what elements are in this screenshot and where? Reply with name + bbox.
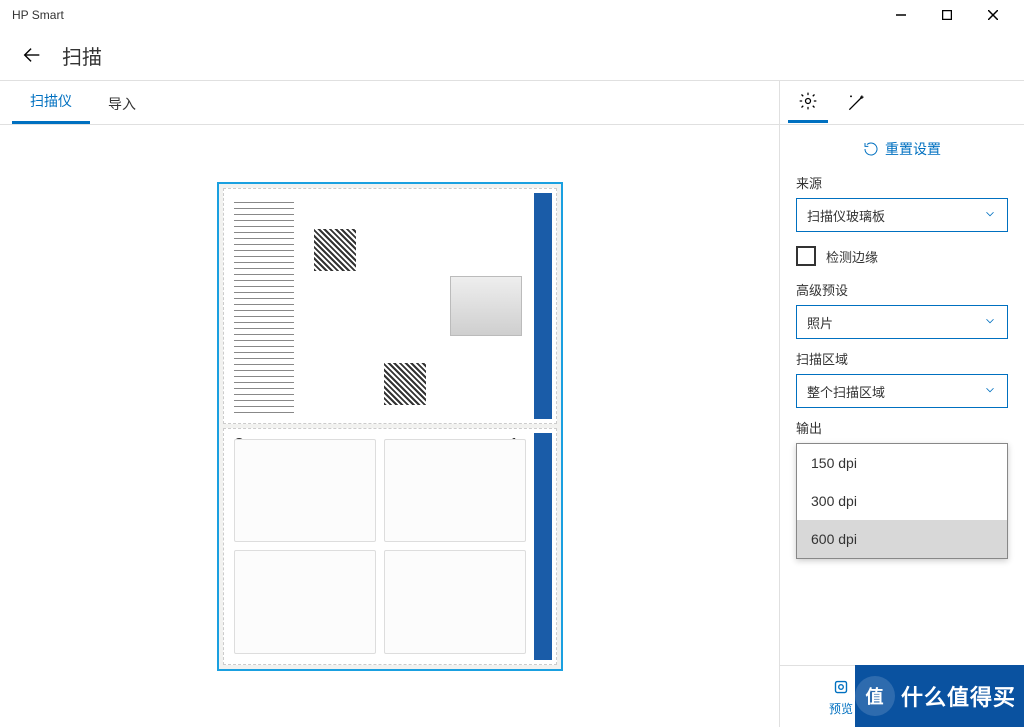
sidebar-tabs (780, 81, 1024, 125)
watermark-overlay: 值 什么值得买 (855, 665, 1024, 727)
qr-code-icon (314, 229, 356, 271)
preview-button-label: 预览 (829, 700, 853, 717)
side-band (534, 193, 552, 420)
magic-wand-icon (846, 93, 866, 113)
chevron-down-icon (983, 383, 997, 400)
printer-illustration (450, 276, 522, 336)
checkbox-box (796, 246, 816, 266)
window-title: HP Smart (8, 8, 64, 22)
window-controls (878, 0, 1016, 30)
output-dpi-dropdown[interactable]: 150 dpi 300 dpi 600 dpi (796, 443, 1008, 559)
area-select[interactable]: 整个扫描区域 (796, 374, 1008, 408)
area-value: 整个扫描区域 (807, 382, 885, 401)
maximize-button[interactable] (924, 0, 970, 30)
detect-edges-label: 检测边缘 (826, 247, 878, 266)
chevron-down-icon (983, 207, 997, 224)
printer-illustration (384, 439, 526, 542)
main-panel: 扫描仪 导入 1 2 (0, 80, 779, 727)
preview-icon (830, 676, 852, 698)
detect-edges-checkbox[interactable]: 检测边缘 (796, 246, 1008, 266)
back-button[interactable] (20, 43, 44, 67)
page-title: 扫描 (62, 41, 102, 70)
printer-illustration (234, 550, 376, 653)
settings-body: 重置设置 来源 扫描仪玻璃板 检测边缘 高级预设 照片 扫描区域 整个扫描区域 (780, 125, 1024, 727)
chevron-down-icon (983, 314, 997, 331)
page-header: 扫描 (0, 30, 1024, 80)
reset-settings-button[interactable]: 重置设置 (796, 139, 1008, 159)
qr-code-icon (384, 363, 426, 405)
settings-sidebar: 重置设置 来源 扫描仪玻璃板 检测边缘 高级预设 照片 扫描区域 整个扫描区域 (779, 80, 1024, 727)
source-value: 扫描仪玻璃板 (807, 206, 885, 225)
watermark-text: 什么值得买 (901, 680, 1016, 712)
page-bottom-half: 1 2 (223, 428, 557, 665)
content-area: 扫描仪 导入 1 2 (0, 80, 1024, 727)
gear-icon (798, 91, 818, 111)
window-titlebar: HP Smart (0, 0, 1024, 30)
source-select[interactable]: 扫描仪玻璃板 (796, 198, 1008, 232)
minimize-button[interactable] (878, 0, 924, 30)
output-label: 输出 (796, 418, 1008, 437)
printer-illustration (384, 550, 526, 653)
reset-label: 重置设置 (885, 139, 941, 159)
area-label: 扫描区域 (796, 349, 1008, 368)
scan-preview-area: 1 2 (0, 125, 779, 727)
enhance-tab[interactable] (836, 83, 876, 123)
tab-import[interactable]: 导入 (90, 84, 154, 124)
preset-label: 高级预设 (796, 280, 1008, 299)
side-band (534, 433, 552, 660)
scanned-page[interactable]: 1 2 (217, 182, 563, 671)
preset-select[interactable]: 照片 (796, 305, 1008, 339)
close-button[interactable] (970, 0, 1016, 30)
main-tabs: 扫描仪 导入 (0, 81, 779, 125)
preset-value: 照片 (807, 313, 833, 332)
dpi-option-600[interactable]: 600 dpi (797, 520, 1007, 558)
tab-scanner[interactable]: 扫描仪 (12, 81, 90, 124)
page-top-half (223, 188, 557, 425)
reset-icon (863, 141, 879, 157)
watermark-badge: 值 (855, 676, 895, 716)
settings-tab[interactable] (788, 83, 828, 123)
dpi-option-300[interactable]: 300 dpi (797, 482, 1007, 520)
source-label: 来源 (796, 173, 1008, 192)
dpi-option-150[interactable]: 150 dpi (797, 444, 1007, 482)
printer-illustration (234, 439, 376, 542)
